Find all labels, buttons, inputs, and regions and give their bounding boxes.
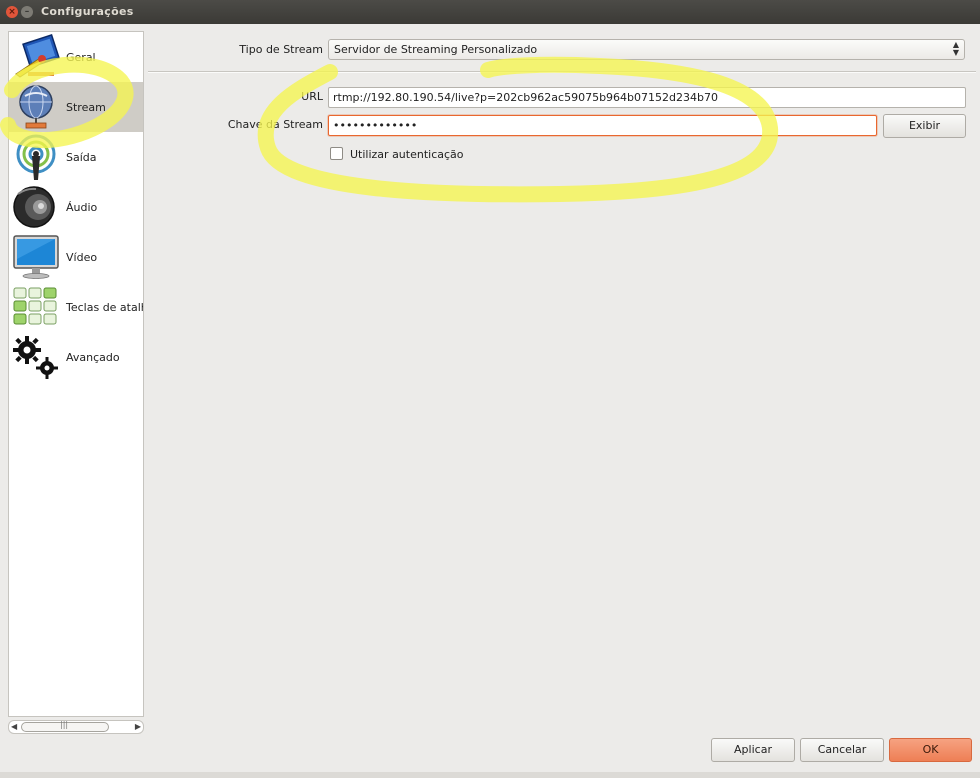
url-input[interactable]: [328, 87, 966, 108]
use-authentication-label[interactable]: Utilizar autenticação: [350, 148, 464, 161]
url-label: URL: [301, 90, 323, 103]
stream-type-select[interactable]: Servidor de Streaming Personalizado ▲ ▼: [328, 39, 965, 60]
speaker-icon: [13, 186, 55, 228]
keyboard-icon: [13, 287, 57, 325]
combo-arrows-icon: ▲ ▼: [952, 40, 959, 57]
sidebar-item-advanced[interactable]: Avançado: [9, 332, 143, 382]
sidebar-item-label: Avançado: [66, 351, 120, 364]
window-title: Configurações: [41, 5, 134, 18]
scroll-right-arrow-icon[interactable]: ▶: [135, 721, 141, 733]
sidebar-item-video[interactable]: Vídeo: [9, 232, 143, 282]
monitor-icon: [13, 235, 59, 279]
sidebar-item-label: Teclas de atalho: [66, 301, 143, 314]
sidebar-item-hotkeys[interactable]: Teclas de atalho: [9, 282, 143, 332]
sidebar-item-label: Stream: [66, 101, 106, 114]
title-bar: × – Configurações: [0, 0, 980, 24]
scroll-left-arrow-icon[interactable]: ◀: [11, 721, 17, 733]
scrollbar-grip: |||: [60, 720, 69, 729]
sidebar-item-general[interactable]: Geral: [9, 32, 143, 82]
ok-button[interactable]: OK: [889, 738, 972, 762]
scrollbar-thumb[interactable]: |||: [21, 720, 109, 732]
wrench-monitor-icon: [15, 34, 60, 78]
gears-icon: [13, 336, 58, 379]
window-bottom-edge: [0, 772, 980, 778]
section-divider: [148, 71, 976, 73]
cancel-button[interactable]: Cancelar: [800, 738, 884, 762]
minimize-icon[interactable]: –: [21, 6, 33, 18]
sidebar-item-audio[interactable]: Áudio: [9, 182, 143, 232]
sidebar-item-stream[interactable]: Stream: [9, 82, 143, 132]
show-key-button[interactable]: Exibir: [883, 114, 966, 138]
sidebar-horizontal-scrollbar[interactable]: ◀ ||| ▶: [8, 720, 144, 734]
sidebar-item-label: Saída: [66, 151, 97, 164]
stream-key-input[interactable]: [328, 115, 877, 136]
settings-sidebar: Geral Stream Saída Áudio Vídeo Teclas de…: [8, 31, 144, 717]
broadcast-antenna-icon: [16, 134, 56, 180]
apply-button[interactable]: Aplicar: [711, 738, 795, 762]
stream-key-label: Chave da Stream: [227, 118, 323, 131]
close-icon[interactable]: ×: [6, 6, 18, 18]
sidebar-item-label: Geral: [66, 51, 96, 64]
sidebar-item-label: Áudio: [66, 201, 98, 214]
globe-network-icon: [19, 85, 53, 129]
stream-type-label: Tipo de Stream: [239, 43, 323, 56]
sidebar-item-output[interactable]: Saída: [9, 132, 143, 182]
sidebar-item-label: Vídeo: [66, 251, 98, 264]
use-authentication-checkbox[interactable]: [330, 147, 343, 160]
stream-type-value: Servidor de Streaming Personalizado: [334, 43, 538, 56]
